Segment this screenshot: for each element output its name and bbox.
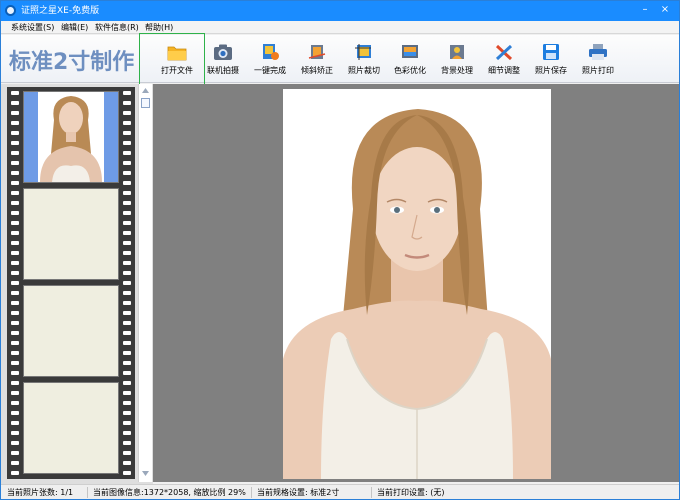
film-holes-right [123,87,131,479]
print-photo-button[interactable]: 照片打印 [572,41,624,81]
one-click-icon [263,44,279,60]
film-strip [7,87,135,479]
status-divider [87,487,88,498]
thumbnail-panel [1,84,153,484]
thumbnail-slot-4[interactable] [23,382,119,474]
title-bar: 证照之星XE-免费版 – × [1,1,679,21]
minimize-button[interactable]: – [637,3,653,17]
image-info-status: 当前图像信息:1372*2058, 缩放比例 29% [93,488,246,497]
film-holes-left [11,87,19,479]
print-setting-status: 当前打印设置: (无) [377,488,445,497]
detail-adjust-icon [495,44,513,61]
status-divider [371,487,372,498]
thumbnail-scrollbar[interactable] [138,84,152,482]
photo-count-status: 当前照片张数: 1/1 [7,488,74,497]
save-icon [543,44,559,60]
menu-bar: 系统设置(S) 编辑(E) 软件信息(R) 帮助(H) [1,21,679,34]
thumbnail-slot-2[interactable] [23,188,119,280]
printer-icon [589,44,607,60]
background-icon [450,45,464,59]
toolbar: 标准2寸制作 打开文件 联机拍摄 一键完成 倾斜矫正 照片裁切 色彩优化 背景处… [1,35,679,83]
crop-icon [355,44,371,60]
thumbnail-slot-3[interactable] [23,285,119,377]
menu-help[interactable]: 帮助(H) [145,22,173,33]
scroll-up-icon[interactable] [141,86,150,95]
photo-canvas[interactable] [283,89,551,479]
menu-software-info[interactable]: 软件信息(R) [95,22,139,33]
spec-setting-status: 当前规格设置: 标准2寸 [257,488,340,497]
color-optimize-icon [402,45,418,58]
tilt-correct-icon [308,45,326,59]
photo-preview-area [153,84,679,482]
status-bar: 当前照片张数: 1/1 当前图像信息:1372*2058, 缩放比例 29% 当… [1,484,679,499]
thumbnail-photo [24,92,118,182]
page-icon[interactable] [141,98,150,108]
status-divider [251,487,252,498]
spec-title: 标准2寸制作 [9,50,135,75]
portrait-thumbnail-image [38,92,104,182]
thumbnail-slot-1[interactable] [23,91,119,183]
portrait-photo-image [283,89,551,479]
camera-icon [214,44,232,60]
menu-edit[interactable]: 编辑(E) [61,22,88,33]
menu-system-settings[interactable]: 系统设置(S) [11,22,54,33]
print-photo-label: 照片打印 [582,66,614,75]
app-window: 证照之星XE-免费版 – × 系统设置(S) 编辑(E) 软件信息(R) 帮助(… [0,0,680,500]
scroll-down-icon[interactable] [141,469,150,478]
app-logo-icon [5,5,16,16]
window-title: 证照之星XE-免费版 [21,6,100,16]
close-button[interactable]: × [657,3,673,17]
